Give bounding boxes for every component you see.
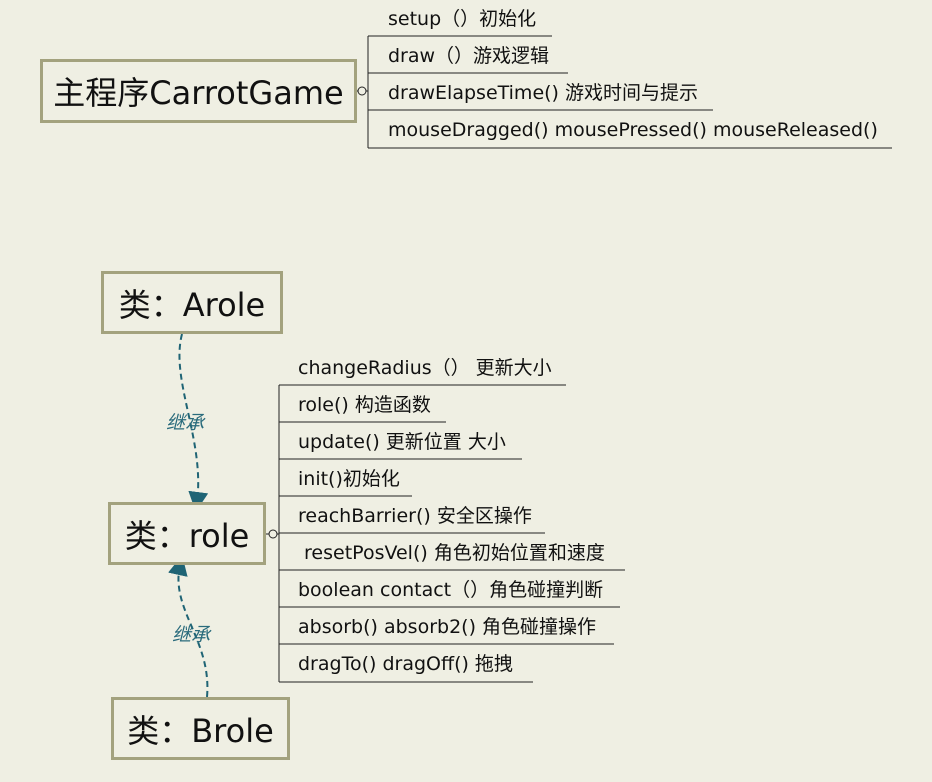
class-brole-node[interactable]: 类：Brole: [111, 697, 290, 760]
class-arole-node[interactable]: 类：Arole: [101, 271, 283, 334]
main-method-setup[interactable]: setup（）初始化: [388, 10, 536, 29]
class-role-title: 类：role: [124, 516, 250, 555]
main-method-mouse-events[interactable]: mouseDragged() mousePressed() mouseRelea…: [388, 121, 878, 140]
class-brole-title: 类：Brole: [127, 711, 274, 750]
class-role-node[interactable]: 类：role: [108, 502, 266, 565]
role-method-constructor[interactable]: role() 构造函数: [298, 396, 431, 415]
inherit-label-arole: 继承: [166, 412, 205, 434]
role-method-update[interactable]: update() 更新位置 大小: [298, 433, 506, 452]
main-method-draw-elapse-time[interactable]: drawElapseTime() 游戏时间与提示: [388, 84, 698, 103]
role-method-reset-pos-vel[interactable]: resetPosVel() 角色初始位置和速度: [298, 544, 605, 563]
main-method-draw[interactable]: draw（）游戏逻辑: [388, 47, 549, 66]
inherit-label-brole: 继承: [172, 624, 211, 646]
main-program-title: 主程序CarrotGame: [53, 74, 344, 112]
role-method-absorb[interactable]: absorb() absorb2() 角色碰撞操作: [298, 618, 596, 637]
role-method-contact[interactable]: boolean contact（）角色碰撞判断: [298, 581, 603, 600]
main-program-node[interactable]: 主程序CarrotGame: [40, 59, 357, 123]
class-arole-title: 类：Arole: [118, 285, 266, 324]
role-method-reach-barrier[interactable]: reachBarrier() 安全区操作: [298, 507, 532, 526]
role-method-init[interactable]: init()初始化: [298, 470, 400, 489]
role-method-change-radius[interactable]: changeRadius（） 更新大小: [298, 359, 552, 378]
role-method-drag[interactable]: dragTo() dragOff() 拖拽: [298, 655, 513, 674]
